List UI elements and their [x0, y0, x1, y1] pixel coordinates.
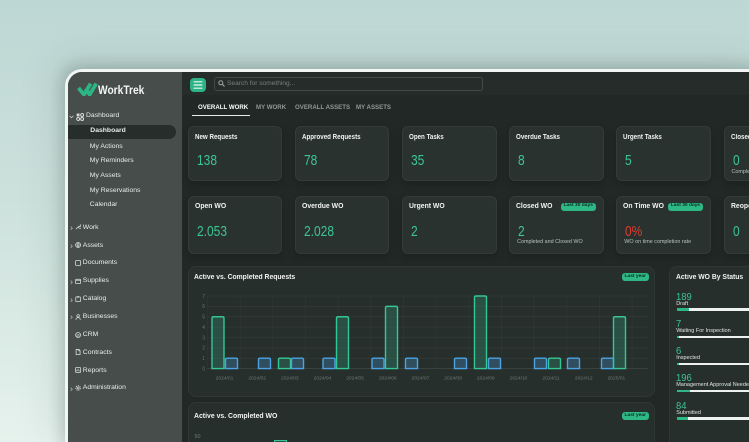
svg-text:2024/09: 2024/09	[476, 376, 494, 382]
svg-text:2024/08: 2024/08	[444, 376, 462, 382]
svg-text:2024/03: 2024/03	[280, 376, 298, 382]
svg-text:6: 6	[202, 305, 205, 311]
svg-text:2024/07: 2024/07	[411, 376, 429, 382]
svg-text:2024/06: 2024/06	[378, 376, 396, 382]
svg-text:5: 5	[202, 315, 205, 321]
svg-text:0: 0	[202, 367, 205, 373]
svg-text:3: 3	[202, 336, 205, 342]
svg-text:2025/01: 2025/01	[607, 376, 625, 382]
svg-text:4: 4	[202, 325, 205, 331]
svg-text:2024/12: 2024/12	[574, 376, 592, 382]
svg-text:2024/04: 2024/04	[313, 376, 331, 382]
svg-text:2024/10: 2024/10	[509, 376, 527, 382]
svg-text:2: 2	[202, 346, 205, 352]
svg-text:1: 1	[202, 356, 205, 362]
svg-text:@: @	[76, 333, 80, 337]
svg-text:7: 7	[202, 294, 205, 300]
svg-text:2024/01: 2024/01	[215, 376, 233, 382]
svg-text:2024/05: 2024/05	[346, 376, 364, 382]
svg-text:2024/11: 2024/11	[542, 376, 560, 382]
svg-text:2024/02: 2024/02	[248, 376, 266, 382]
